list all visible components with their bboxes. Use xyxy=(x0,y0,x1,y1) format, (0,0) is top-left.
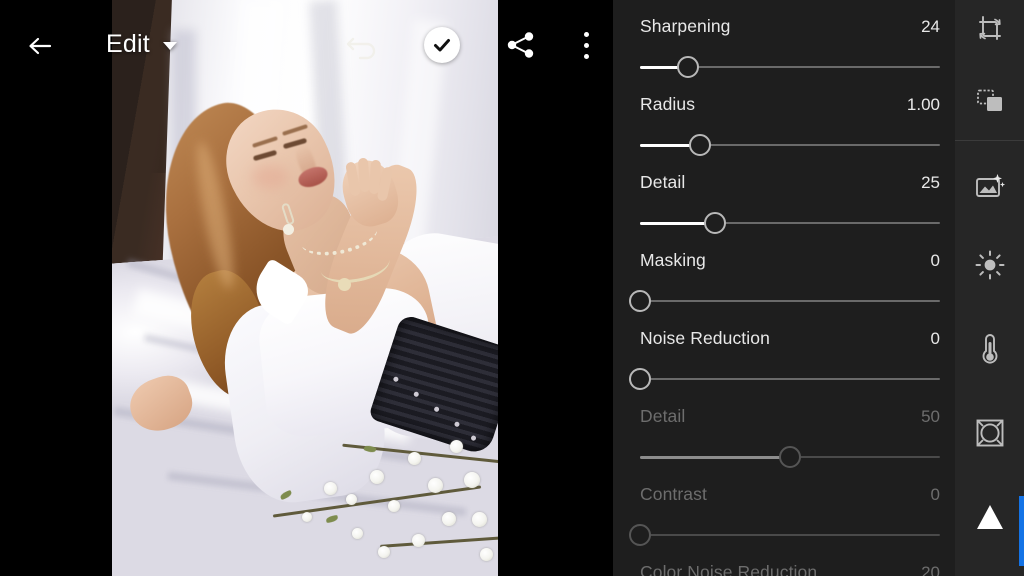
tool-light[interactable] xyxy=(955,236,1024,294)
chevron-down-icon[interactable] xyxy=(163,42,177,50)
blossom-flower xyxy=(346,494,357,505)
blossom-flower xyxy=(370,470,384,484)
slider-thumb[interactable] xyxy=(629,368,651,390)
slider-value: 1.00 xyxy=(906,95,940,114)
slider-value: 0 xyxy=(930,329,940,348)
slider-thumb[interactable] xyxy=(704,212,726,234)
blossom-flower xyxy=(442,512,456,526)
model-necklace-pendant xyxy=(338,278,351,291)
slider-thumb[interactable] xyxy=(677,56,699,78)
slider-masking[interactable]: Masking 0 xyxy=(613,250,955,328)
blossom-flower xyxy=(464,472,480,488)
blossom-flower xyxy=(450,440,463,453)
slider-value: 50 xyxy=(921,407,940,426)
blossom-flower xyxy=(324,482,337,495)
blossom-flower xyxy=(388,500,400,512)
slider-label: Radius xyxy=(640,94,696,114)
model-earring-pearl xyxy=(283,224,294,235)
lightroom-edit-screen: Edit Sharpening 24 Radius 1.00 Detail 25… xyxy=(0,0,1024,576)
slider-track-wrap[interactable] xyxy=(629,368,940,390)
tool-crop[interactable] xyxy=(955,0,1024,58)
slider-track xyxy=(640,300,940,302)
slider-label: Detail xyxy=(640,172,686,192)
light-sun-icon xyxy=(975,250,1005,280)
slider-track-wrap xyxy=(629,524,940,546)
color-thermometer-icon xyxy=(978,332,1002,366)
slider-label: Color Noise Reduction xyxy=(640,562,818,576)
blossom-flower xyxy=(352,528,363,539)
effects-icon xyxy=(975,418,1005,448)
slider-value: 0 xyxy=(930,251,940,270)
slider-thumb xyxy=(779,446,801,468)
edited-photo[interactable] xyxy=(112,0,498,576)
model-cheek xyxy=(252,165,288,189)
check-icon xyxy=(434,39,450,52)
tool-effects[interactable] xyxy=(955,404,1024,462)
blossom-flower xyxy=(408,452,421,465)
presets-icon xyxy=(975,88,1005,114)
blossom-flower xyxy=(428,478,443,493)
slider-sharpening[interactable]: Sharpening 24 xyxy=(613,16,955,94)
slider-thumb[interactable] xyxy=(689,134,711,156)
slider-value: 24 xyxy=(921,17,940,36)
slider-label: Noise Reduction xyxy=(640,328,770,348)
slider-thumb[interactable] xyxy=(629,290,651,312)
blossom-flower xyxy=(480,548,493,561)
slider-label: Sharpening xyxy=(640,16,731,36)
slider-track-wrap[interactable] xyxy=(640,134,940,156)
slider-track xyxy=(640,534,940,536)
tools-sidebar xyxy=(955,0,1024,576)
blossom-flower xyxy=(302,512,312,522)
slider-track-wrap[interactable] xyxy=(629,290,940,312)
crop-rotate-icon xyxy=(975,14,1005,44)
tool-presets[interactable] xyxy=(955,72,1024,130)
slider-noise-reduction[interactable]: Noise Reduction 0 xyxy=(613,328,955,406)
blossom-flower xyxy=(378,546,390,558)
tool-color[interactable] xyxy=(955,320,1024,378)
undo-icon[interactable] xyxy=(344,26,382,62)
slider-label: Detail xyxy=(640,406,686,426)
tool-auto-enhance[interactable] xyxy=(955,158,1024,216)
detail-triangle-icon xyxy=(974,502,1006,532)
active-tool-indicator xyxy=(1019,496,1024,566)
slider-label: Masking xyxy=(640,250,706,270)
slider-noise-detail: Detail 50 xyxy=(613,406,955,484)
slider-track-wrap[interactable] xyxy=(640,56,940,78)
blossom-flower xyxy=(412,534,425,547)
photo-stage: Edit xyxy=(0,0,613,576)
slider-color-noise-reduction: Color Noise Reduction 20 xyxy=(613,562,955,576)
slider-value: 20 xyxy=(921,563,940,576)
more-options-icon[interactable] xyxy=(578,28,594,62)
slider-noise-contrast: Contrast 0 xyxy=(613,484,955,562)
blossom-flower xyxy=(472,512,487,527)
slider-track-wrap xyxy=(640,446,940,468)
slider-thumb xyxy=(629,524,651,546)
slider-detail[interactable]: Detail 25 xyxy=(613,172,955,250)
slider-label: Contrast xyxy=(640,484,707,504)
slider-track-wrap[interactable] xyxy=(640,212,940,234)
slider-fill xyxy=(640,456,790,459)
detail-slider-panel: Sharpening 24 Radius 1.00 Detail 25 Mask… xyxy=(613,0,955,576)
toolbar-divider xyxy=(955,140,1024,141)
slider-value: 0 xyxy=(930,485,940,504)
share-icon[interactable] xyxy=(504,28,538,62)
back-icon[interactable] xyxy=(22,28,58,64)
slider-track xyxy=(640,378,940,380)
auto-enhance-icon xyxy=(974,173,1006,201)
slider-value: 25 xyxy=(921,173,940,192)
confirm-check-button[interactable] xyxy=(424,27,460,63)
tool-detail[interactable] xyxy=(955,488,1024,566)
slider-radius[interactable]: Radius 1.00 xyxy=(613,94,955,172)
